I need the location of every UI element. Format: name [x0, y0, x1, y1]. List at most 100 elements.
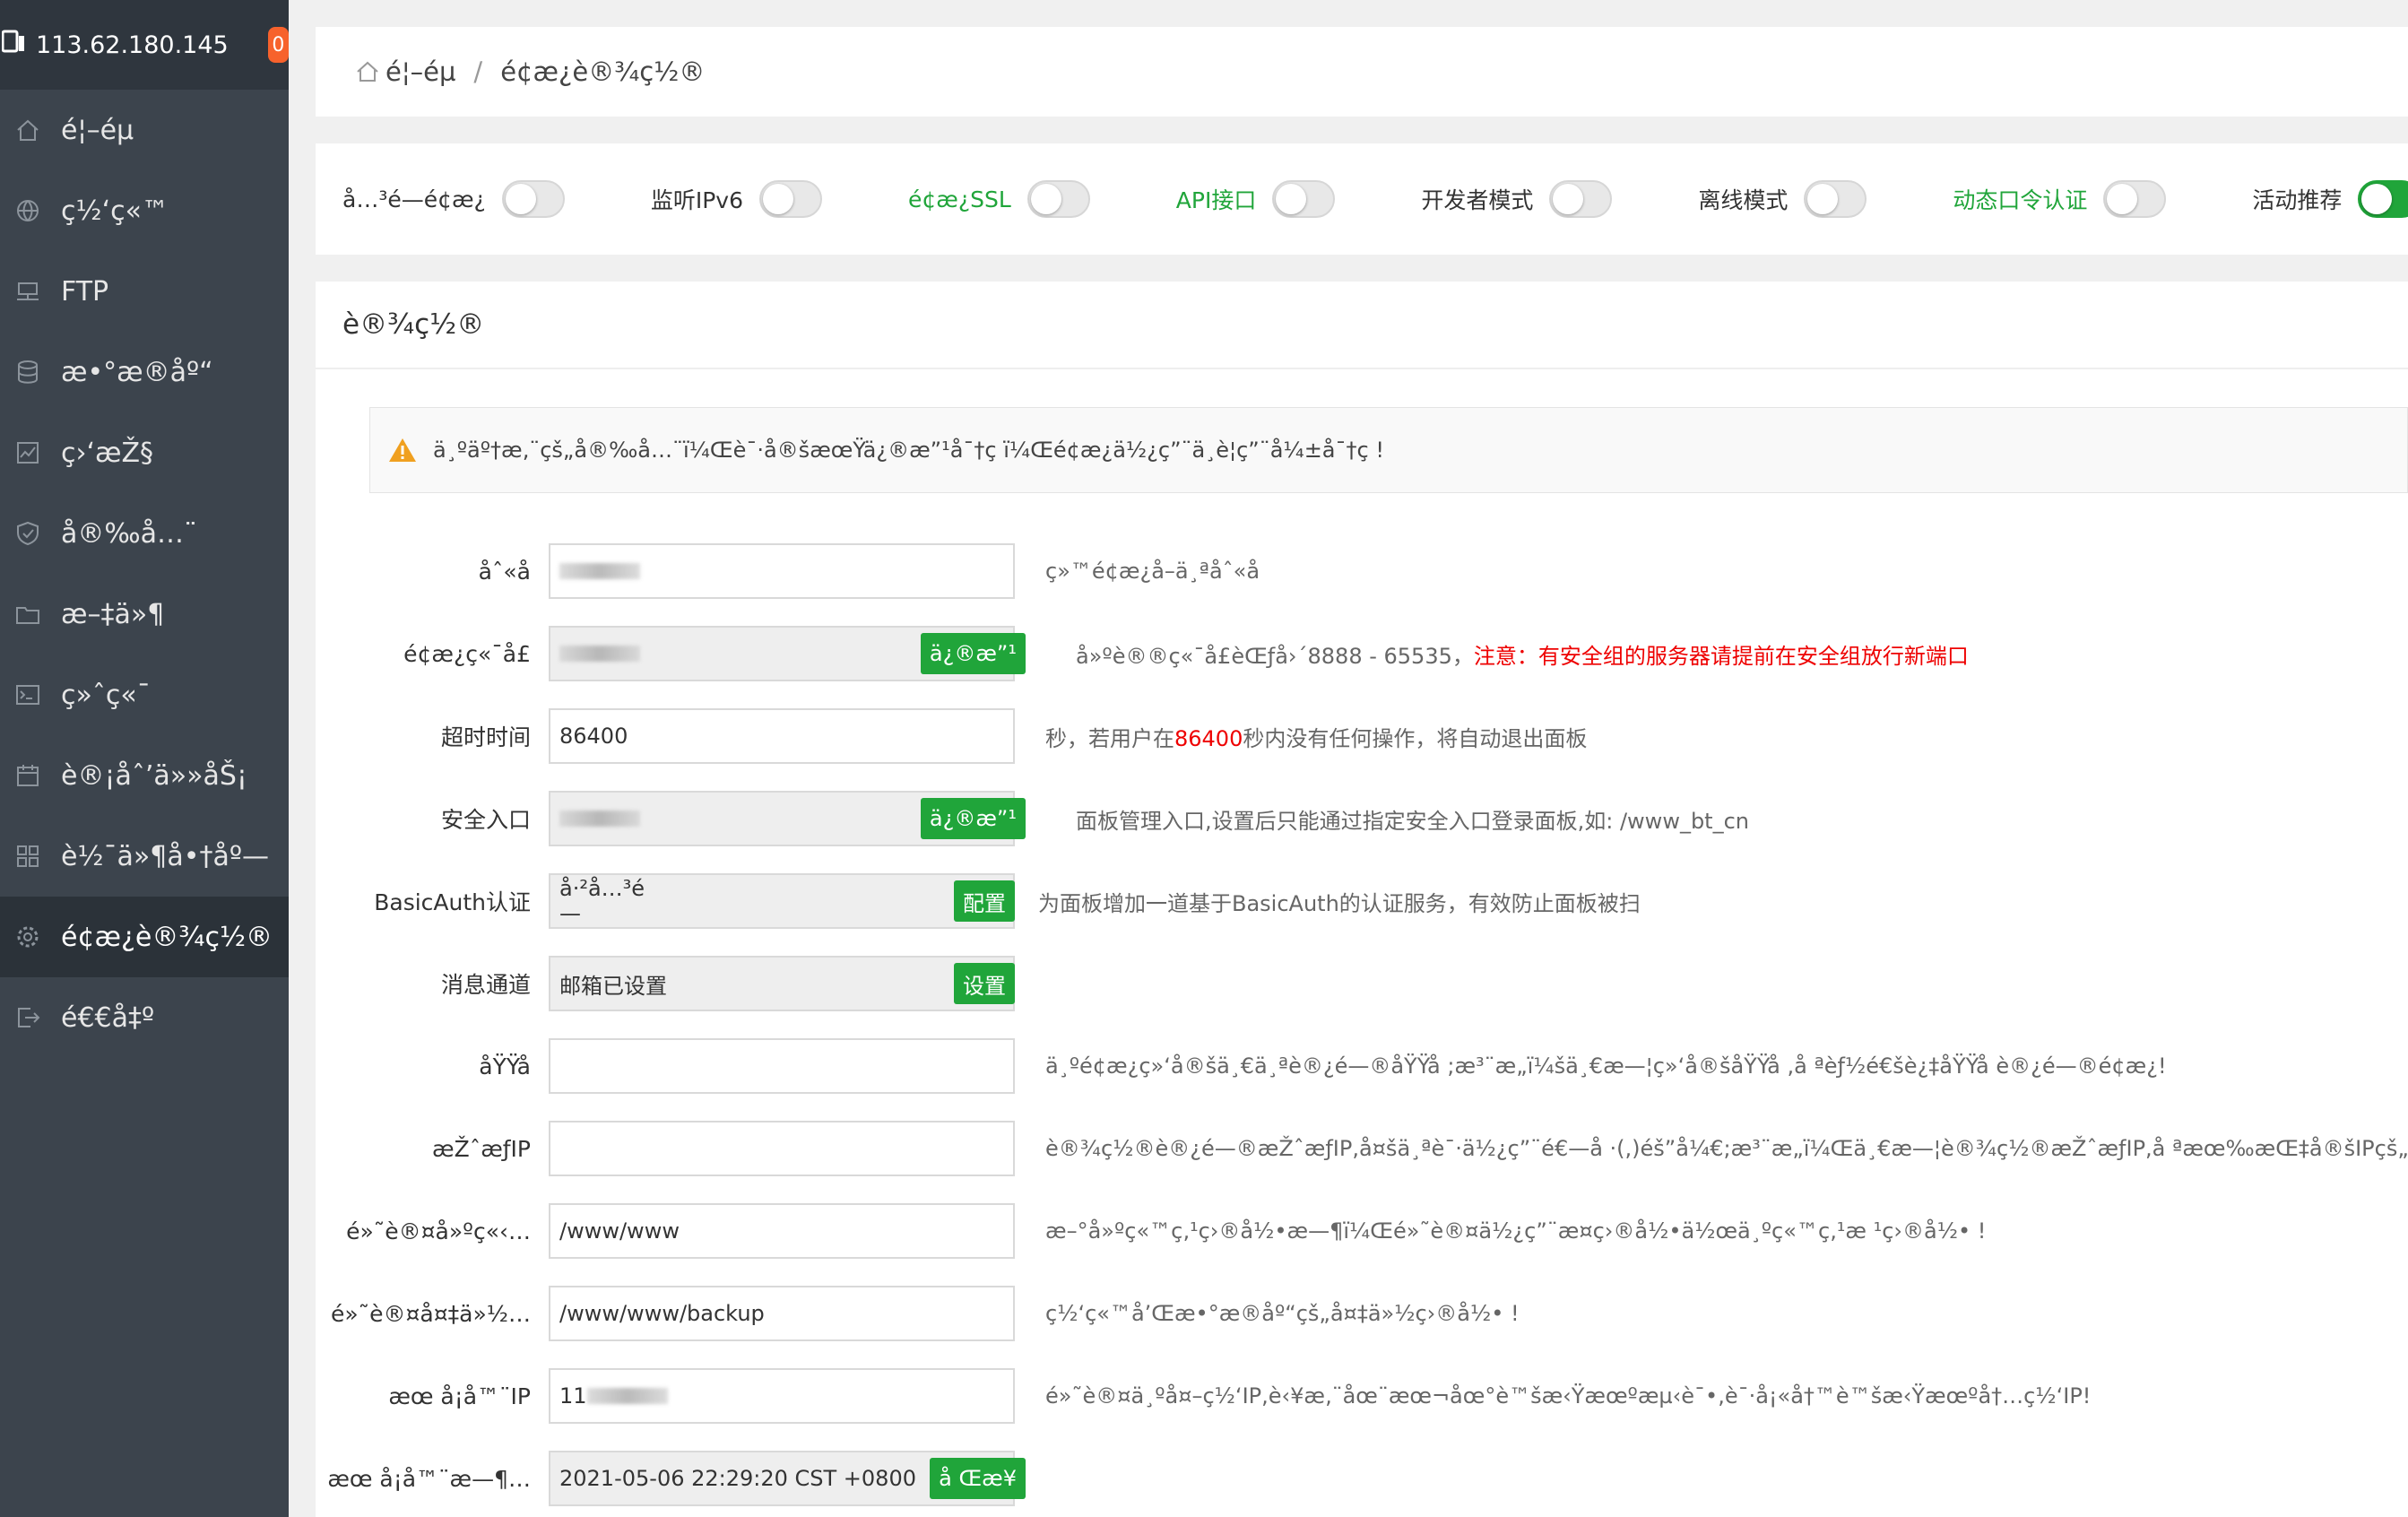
setting-action-button[interactable]: 设置: [954, 963, 1015, 1004]
setting-label: é»˜è®¤å¤‡ä»½…: [330, 1300, 531, 1327]
setting-input[interactable]: 邮箱已设置 设置: [549, 956, 1015, 1011]
hint-highlight: 86400: [1174, 725, 1243, 751]
toggle-label: å…³é—­é¢æ¿: [342, 186, 486, 212]
setting-input[interactable]: 86400: [549, 708, 1015, 764]
security-warning: ä¸ºäº†æ‚¨çš„å®‰å…¨ï¼Œè¯·å®šæœŸä¿®æ”¹å¯†ç…: [369, 407, 2408, 493]
setting-input[interactable]: /www/www/backup: [549, 1286, 1015, 1341]
main-content: é¦–éµ / é¢æ¿è®¾ç½® å…³é—­é¢æ¿ 监听IPv6 é¢æ¿S…: [289, 0, 2408, 1517]
setting-action-button[interactable]: ä¿®æ”¹: [920, 798, 1026, 839]
breadcrumb-home[interactable]: é¦–éµ: [385, 56, 455, 87]
home-icon[interactable]: [355, 59, 380, 84]
toggle-switch[interactable]: [1272, 180, 1336, 218]
setting-input[interactable]: 11: [549, 1368, 1015, 1424]
toggle-switch[interactable]: [758, 180, 822, 218]
toggle-label: 活动推荐: [2252, 187, 2343, 213]
warning-icon: [389, 438, 416, 462]
setting-action-button[interactable]: å Œæ­¥: [930, 1458, 1026, 1499]
toggle-knob: [1276, 184, 1307, 214]
toggle-switch[interactable]: [1549, 180, 1613, 218]
breadcrumb: é¦–éµ / é¢æ¿è®¾ç½®: [316, 27, 2408, 117]
setting-label: é¢æ¿ç«¯å£: [403, 640, 531, 667]
setting-action-button[interactable]: 配置: [954, 880, 1015, 922]
logout-icon: [14, 1004, 41, 1031]
terminal-icon: [14, 681, 41, 708]
breadcrumb-current: é¢æ¿è®¾ç½®: [500, 56, 706, 87]
sidebar-item-4[interactable]: ç›‘æŽ§: [0, 412, 289, 493]
setting-row: æŽˆæƒIP è®¾ç½®è®¿é—®æŽˆæƒIP,å¤šä¸ªè¯·ä½¿ç…: [316, 1121, 2408, 1176]
sidebar-item-0[interactable]: é¦–éµ: [0, 90, 289, 170]
hint-text: ç½‘ç«™å’Œæ•°æ®åº“çš„å¤‡ä»½ç›®å½• !: [1045, 1301, 1520, 1326]
toggle-label: é¢æ¿SSL: [907, 186, 1011, 212]
sidebar-item-10[interactable]: é¢æ¿è®¾ç½®: [0, 897, 289, 977]
setting-value: 邮箱已设置: [559, 973, 667, 999]
toggle-switch[interactable]: [2358, 180, 2408, 218]
sidebar-item-label: è½¯ä»¶å•†åº—: [61, 840, 269, 872]
setting-input[interactable]: ä¿®æ”¹: [549, 626, 1026, 681]
message-count-badge[interactable]: 0: [267, 27, 289, 63]
setting-label: BasicAuth认证: [374, 889, 531, 915]
sidebar-item-11[interactable]: é€€å‡º: [0, 977, 289, 1058]
toggle-knob: [1807, 184, 1839, 214]
setting-input[interactable]: ä¿®æ”¹: [549, 791, 1026, 846]
toggle-knob: [1030, 184, 1061, 214]
ftp-icon: [14, 278, 41, 305]
apps-icon: [14, 843, 41, 870]
hint-text: è®¾ç½®è®¿é—®æŽˆæƒIP,å¤šä¸ªè¯·ä½¿ç”¨é€—å …: [1045, 1136, 2408, 1161]
sidebar-item-label: ç›‘æŽ§: [61, 437, 154, 469]
toggle-label: 监听IPv6: [650, 187, 743, 213]
sidebar-item-5[interactable]: å®‰å…¨: [0, 493, 289, 574]
toggle-switch[interactable]: [1026, 180, 1090, 218]
toggle-item-5: 离线模式: [1698, 180, 1867, 218]
sidebar-nav: é¦–éµ ç½‘ç«™ FTP æ•°æ®åº“ ç›‘æŽ§ å®‰å…¨ æ–‡ä»¶…: [0, 90, 289, 1058]
sidebar-item-9[interactable]: è½¯ä»¶å•†åº—: [0, 816, 289, 897]
setting-row: æœ å¡å™¨æ—¶… 2021-05-06 22:29:20 CST +080…: [316, 1451, 2408, 1506]
setting-value: /www/www/backup: [559, 1301, 765, 1326]
toggle-label: 离线模式: [1698, 187, 1789, 213]
gear-icon: [14, 923, 41, 950]
setting-action-button[interactable]: ä¿®æ”¹: [920, 633, 1026, 674]
sidebar-item-6[interactable]: æ–‡ä»¶: [0, 574, 289, 654]
setting-row: é»˜è®¤å»ºç«‹… /www/www æ–°å»ºç«™ç‚¹ç›®å½•æ…: [316, 1203, 2408, 1259]
hint-prefix: 秒，若用户在: [1045, 725, 1174, 751]
hint-text: å»ºè®®ç«¯å£èŒƒå›´8888 - 65535，: [1076, 643, 1474, 669]
hint-text: 秒内没有任何操作，将自动退出面板: [1243, 725, 1588, 751]
toggle-item-6: 动态口令认证: [1953, 180, 2167, 218]
setting-input[interactable]: 2021-05-06 22:29:20 CST +0800 å Œæ­¥: [549, 1451, 1026, 1506]
setting-input[interactable]: å·²å…³é—­ 配置: [549, 873, 1015, 929]
toggle-knob: [762, 184, 793, 214]
sidebar-item-1[interactable]: ç½‘ç«™: [0, 170, 289, 251]
sidebar: 113.62.180.145 0 é¦–éµ ç½‘ç«™ FTP æ•°æ®åº“ ç…: [0, 0, 289, 1517]
setting-row: 消息通道 邮箱已设置 设置: [316, 956, 2408, 1011]
setting-input[interactable]: /www/www: [549, 1203, 1015, 1259]
sidebar-item-label: ç½‘ç«™: [61, 195, 169, 227]
setting-input[interactable]: [549, 1038, 1015, 1094]
toggle-switch[interactable]: [2103, 180, 2167, 218]
setting-input[interactable]: [549, 543, 1015, 599]
toggle-item-1: 监听IPv6: [651, 180, 822, 218]
sidebar-item-label: FTP: [61, 275, 109, 308]
hint-text: æ–°å»ºç«™ç‚¹ç›®å½•æ—¶ï¼Œé»˜è®¤ä½¿ç”¨æ­¤ç…: [1045, 1218, 1987, 1244]
toggle-switch[interactable]: [1804, 180, 1867, 218]
sidebar-item-2[interactable]: FTP: [0, 251, 289, 332]
toggle-switch[interactable]: [501, 180, 565, 218]
sidebar-item-8[interactable]: è®¡åˆ’ä»»åŠ¡: [0, 735, 289, 816]
toggle-item-7: 活动推荐: [2252, 180, 2408, 218]
setting-input[interactable]: [549, 1121, 1015, 1176]
server-header: 113.62.180.145 0: [0, 0, 289, 90]
sidebar-item-7[interactable]: ç»ˆç«¯: [0, 654, 289, 735]
toggle-label: API接口: [1175, 187, 1257, 213]
setting-hint: æ–°å»ºç«™ç‚¹ç›®å½•æ—¶ï¼Œé»˜è®¤ä½¿ç”¨æ­¤ç…: [1045, 1218, 1986, 1244]
sidebar-item-label: è®¡åˆ’ä»»åŠ¡: [61, 759, 247, 792]
feature-toggles: å…³é—­é¢æ¿ 监听IPv6 é¢æ¿SSL API接口 开发者模式 离线模式 动态口…: [316, 143, 2408, 255]
toggle-knob: [1553, 184, 1584, 214]
setting-label: æœ å¡å™¨IP: [388, 1383, 531, 1409]
setting-label: 消息通道: [440, 972, 531, 998]
toggle-knob: [505, 184, 536, 214]
setting-value: å·²å…³é—­: [559, 876, 645, 926]
database-icon: [14, 359, 41, 386]
sidebar-item-3[interactable]: æ•°æ®åº“: [0, 332, 289, 412]
setting-row: BasicAuth认证 å·²å…³é—­ 配置 为面板增加一道基于BasicAuth…: [316, 873, 2408, 929]
setting-hint: é»˜è®¤ä¸ºå¤–ç½‘IP,è‹¥æ‚¨åœ¨æœ¬åœ°è™šæ‹Ÿæ…: [1045, 1383, 2091, 1409]
sidebar-item-label: ç»ˆç«¯: [61, 679, 151, 711]
server-ip: 113.62.180.145: [36, 30, 229, 59]
